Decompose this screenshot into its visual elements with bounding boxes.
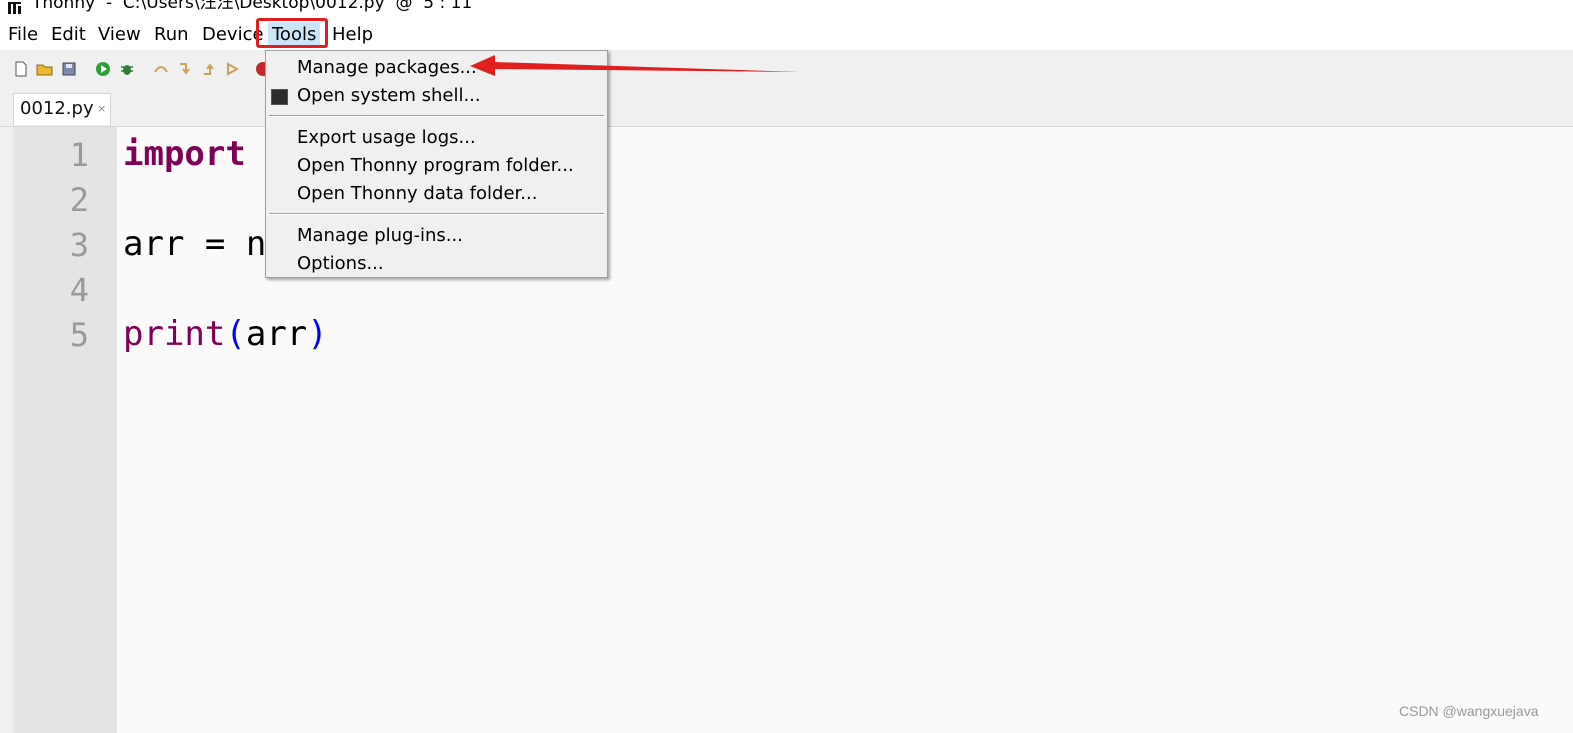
menu-item-label: Export usage logs... [297,127,476,148]
editor-tab-bar: 0012.py × [0,90,1573,127]
tab-0012-py[interactable]: 0012.py × [13,93,111,125]
debug-icon[interactable] [118,60,136,78]
open-folder-icon[interactable] [36,60,54,78]
step-into-icon[interactable] [176,60,194,78]
menu-item-label: Options... [297,253,384,274]
code-line-1: import [123,132,246,177]
code-line-5: print(arr) [123,312,328,357]
line-number: 4 [69,271,89,309]
menu-bar: File Edit View Run Device Tools Help [0,20,1573,50]
menu-item-label: Manage plug-ins... [297,225,463,246]
menu-item-export-usage-logs[interactable]: Export usage logs... [266,124,607,152]
code-line-3: arr = n [123,224,267,264]
run-icon[interactable] [94,60,112,78]
terminal-icon [271,89,288,105]
menu-item-manage-packages[interactable]: Manage packages... [266,54,607,82]
menu-item-open-system-shell[interactable]: Open system shell... [266,82,607,110]
window-title: Thonny - C:\Users\汪汪\Desktop\0012.py @ 5… [32,0,473,13]
menu-item-label: Open Thonny data folder... [297,183,538,204]
close-icon[interactable]: × [97,102,106,115]
close-paren: ) [307,314,328,354]
print-builtin: print [123,314,226,354]
new-file-icon[interactable] [12,60,30,78]
tools-dropdown-menu: Manage packages... Open system shell... … [265,50,608,278]
save-icon[interactable] [60,60,78,78]
tab-label: 0012.py [20,98,94,119]
open-paren: ( [225,314,246,354]
menu-item-label: Open system shell... [297,85,481,106]
menu-item-manage-plugins[interactable]: Manage plug-ins... [266,222,607,250]
resume-icon[interactable] [224,60,242,78]
menu-item-label: Open Thonny program folder... [297,155,574,176]
tools-menu-highlight-box [256,18,328,48]
menu-edit[interactable]: Edit [49,22,88,48]
menu-file[interactable]: File [6,22,40,48]
thonny-logo-icon [8,2,21,14]
title-bar: Thonny - C:\Users\汪汪\Desktop\0012.py @ 5… [0,0,1573,18]
toolbar [0,50,1573,90]
menu-view[interactable]: View [96,22,143,48]
menu-separator [269,213,604,215]
menu-separator [269,115,604,117]
step-out-icon[interactable] [200,60,218,78]
editor-left-margin [0,127,13,733]
line-number: 2 [69,181,89,219]
print-argument: arr [245,314,308,354]
menu-item-options[interactable]: Options... [266,250,607,278]
line-number: 1 [69,136,89,174]
menu-item-label: Manage packages... [297,57,477,78]
import-keyword: import [123,134,246,174]
line-number: 3 [69,226,89,264]
step-over-icon[interactable] [152,60,170,78]
line-number-gutter: 1 2 3 4 5 [13,127,117,733]
watermark: CSDN @wangxuejava [1399,703,1539,719]
line-number: 5 [69,316,89,354]
menu-item-open-data-folder[interactable]: Open Thonny data folder... [266,180,607,208]
menu-item-open-program-folder[interactable]: Open Thonny program folder... [266,152,607,180]
menu-run[interactable]: Run [152,22,191,48]
menu-help[interactable]: Help [330,22,375,48]
